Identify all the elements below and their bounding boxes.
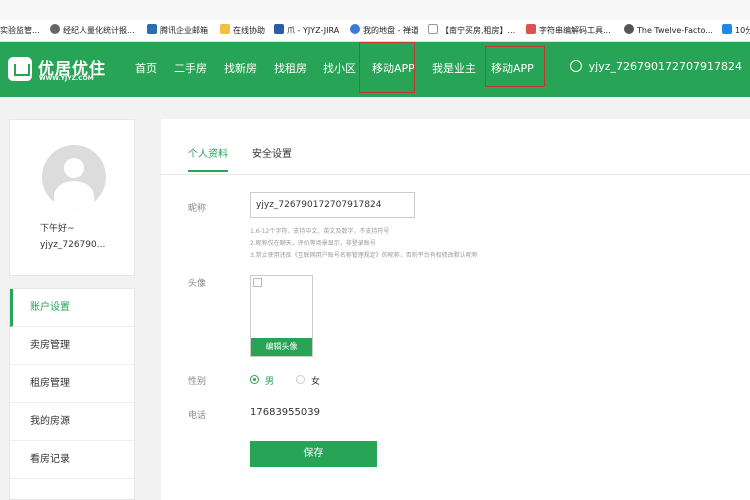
menu-rent-management[interactable]: 租房管理 xyxy=(10,365,134,403)
profile-card: 下午好~ yjyz_726790... xyxy=(9,119,135,276)
avatar-label: 头像 xyxy=(188,279,207,289)
nickname-hint-3: 3.禁止使用违反《互联网用户账号名称管理规定》的昵称，否则平台有权修改默认昵称 xyxy=(250,252,478,259)
bookmark-label: 经纪人量化统计报... xyxy=(63,26,135,35)
phone-value: 17683955039 xyxy=(250,407,320,418)
bookmark-label: 我的地盘 - 禅道 xyxy=(363,26,418,35)
tool-icon xyxy=(526,24,536,34)
active-tab-indicator xyxy=(188,170,228,172)
bookmark-label: 腾讯企业邮箱 xyxy=(160,26,208,35)
broken-image-icon xyxy=(253,278,262,287)
nav-community[interactable]: 找小区 xyxy=(323,60,356,76)
bookmark-label: 字符串编解码工具... xyxy=(539,26,611,35)
zhihu-icon xyxy=(722,24,732,34)
nav-second-hand[interactable]: 二手房 xyxy=(174,60,207,76)
nav-rent[interactable]: 找租房 xyxy=(274,60,307,76)
main-panel: 个人资料 安全设置 昵称 yjyz_726790172707917824 1.6… xyxy=(161,119,750,500)
save-button[interactable]: 保存 xyxy=(250,441,377,467)
profile-username: yjyz_726790... xyxy=(40,240,106,250)
menu-sell-management[interactable]: 卖房管理 xyxy=(10,327,134,365)
gender-female-radio[interactable] xyxy=(296,375,305,384)
gender-male-radio[interactable] xyxy=(250,375,259,384)
globe-icon xyxy=(50,24,60,34)
menu-viewing-records[interactable]: 看房记录 xyxy=(10,441,134,479)
avatar-preview: 编辑头像 xyxy=(250,275,313,357)
bookmark-7[interactable]: 字符串编解码工具... xyxy=(526,24,616,38)
account-menu: 账户设置 卖房管理 租房管理 我的房源 看房记录 xyxy=(9,288,135,500)
tab-security[interactable]: 安全设置 xyxy=(252,145,292,160)
avatar xyxy=(42,145,106,209)
gender-male-label[interactable]: 男 xyxy=(265,374,274,387)
header-username: yjyz_726790172707917824 xyxy=(588,60,742,73)
highlight-box xyxy=(359,42,415,93)
user-menu[interactable]: yjyz_726790172707917824 xyxy=(569,60,742,73)
bookmarks-bar: 实验监管... 经纪人量化统计报... 腾讯企业邮箱 在线协助 爪 - YJYZ… xyxy=(0,0,750,42)
bookmark-1[interactable]: 经纪人量化统计报... xyxy=(50,24,136,38)
logo-url: WWW.YJYZ.COM xyxy=(39,75,94,82)
browser-top-strip xyxy=(0,0,750,20)
mail-icon xyxy=(147,24,157,34)
bookmark-label: 10分 xyxy=(735,26,750,35)
bookmark-0[interactable]: 实验监管... xyxy=(0,24,42,38)
nickname-label: 昵称 xyxy=(188,204,207,214)
nickname-hint-2: 2.昵称仅在聊天，评价等场景显示，非登录账号 xyxy=(250,240,376,247)
bookmark-8[interactable]: The Twelve-Facto... xyxy=(624,24,716,38)
folder-icon xyxy=(220,24,230,34)
avatar-body xyxy=(54,181,94,209)
user-icon xyxy=(569,60,582,72)
site-header: 优居优住 WWW.YJYZ.COM 首页 二手房 找新房 找租房 找小区 移动A… xyxy=(0,42,750,97)
tab-bar: 个人资料 安全设置 xyxy=(161,119,750,175)
nav-home[interactable]: 首页 xyxy=(135,60,157,76)
greeting-text: 下午好~ xyxy=(40,224,75,234)
nickname-hint-1: 1.6-12个字符，支持中文，英文及数字，不支持符号 xyxy=(250,228,390,235)
phone-label: 电话 xyxy=(188,411,207,421)
bookmark-label: 爪 - YJYZ-JIRA xyxy=(287,26,340,35)
bookmark-3[interactable]: 在线协助 xyxy=(220,24,272,38)
menu-account-settings[interactable]: 账户设置 xyxy=(10,289,134,327)
edit-avatar-button[interactable]: 编辑头像 xyxy=(251,338,312,356)
avatar-head xyxy=(64,158,84,178)
nav-owner[interactable]: 我是业主 xyxy=(432,60,476,76)
bookmark-label: 在线协助 xyxy=(233,26,265,35)
highlight-box xyxy=(485,46,545,87)
bookmark-6[interactable]: 【南宁买房,租房】... xyxy=(428,24,516,38)
globe-icon xyxy=(624,24,634,34)
menu-my-listings[interactable]: 我的房源 xyxy=(10,403,134,441)
nickname-input[interactable]: yjyz_726790172707917824 xyxy=(250,192,415,218)
tab-profile[interactable]: 个人资料 xyxy=(188,145,228,160)
bookmark-4[interactable]: 爪 - YJYZ-JIRA xyxy=(274,24,340,38)
bookmark-9[interactable]: 10分 xyxy=(722,24,750,38)
gender-label: 性别 xyxy=(188,377,207,387)
house-logo-icon xyxy=(8,57,32,81)
bookmark-2[interactable]: 腾讯企业邮箱 xyxy=(147,24,215,38)
bookmark-label: The Twelve-Facto... xyxy=(637,26,713,35)
site-logo[interactable]: 优居优住 WWW.YJYZ.COM xyxy=(8,54,118,84)
bookmark-5[interactable]: 我的地盘 - 禅道 xyxy=(350,24,418,38)
bookmark-label: 实验监管... xyxy=(0,26,40,35)
gender-female-label[interactable]: 女 xyxy=(311,374,320,387)
jira-icon xyxy=(274,24,284,34)
nav-new-house[interactable]: 找新房 xyxy=(224,60,257,76)
zentao-icon xyxy=(350,24,360,34)
page-icon xyxy=(428,24,438,34)
bookmark-label: 【南宁买房,租房】... xyxy=(441,26,516,35)
